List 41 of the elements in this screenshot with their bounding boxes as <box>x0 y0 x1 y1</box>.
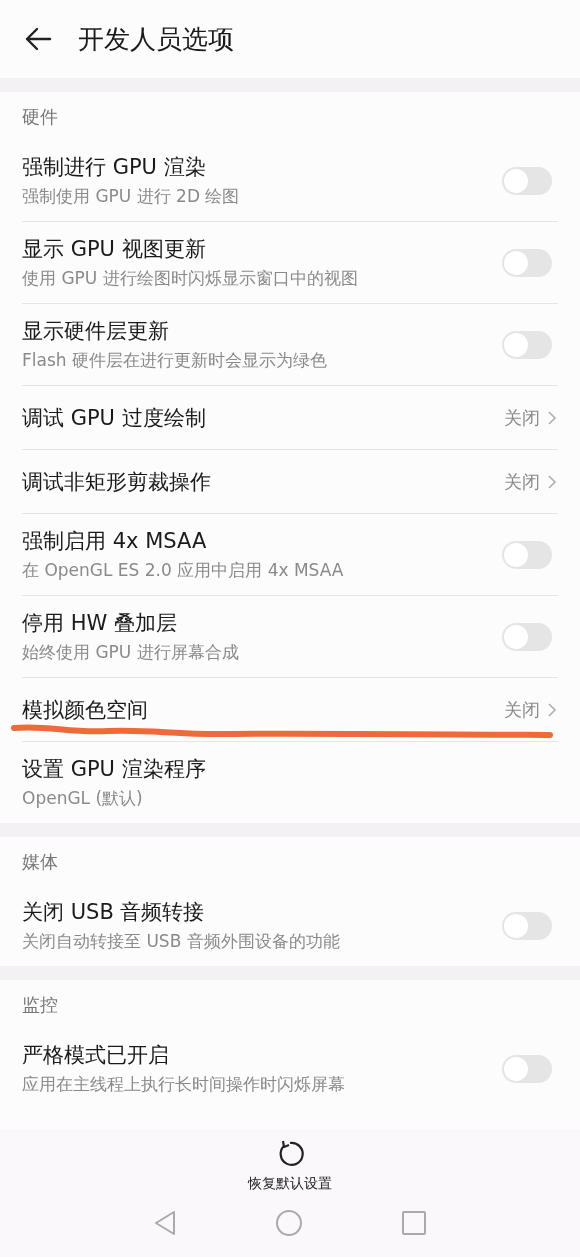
toggle-switch[interactable] <box>502 911 552 940</box>
setting-title: 强制启用 4x MSAA <box>22 528 208 555</box>
toggle-switch[interactable] <box>502 622 552 651</box>
setting-description: 强制使用 GPU 进行 2D 绘图 <box>22 185 241 208</box>
section-header: 媒体 <box>22 850 59 874</box>
recents-nav-icon[interactable] <box>401 1210 427 1236</box>
setting-value: 关闭 <box>504 697 540 722</box>
setting-description: OpenGL (默认) <box>22 787 144 810</box>
chevron-icon <box>548 410 556 425</box>
setting-description: 使用 GPU 进行绘图时闪烁显示窗口中的视图 <box>22 267 359 290</box>
setting-title: 显示硬件层更新 <box>22 318 170 345</box>
setting-description: 在 OpenGL ES 2.0 应用中启用 4x MSAA <box>22 559 345 582</box>
toggle-switch[interactable] <box>502 166 552 195</box>
page-title: 开发人员选项 <box>78 22 234 56</box>
setting-title: 强制进行 GPU 渲染 <box>22 154 207 181</box>
toggle-switch[interactable] <box>502 540 552 569</box>
toggle-switch[interactable] <box>502 248 552 277</box>
setting-title: 严格模式已开启 <box>22 1042 170 1069</box>
section-header: 监控 <box>22 993 59 1017</box>
setting-description: Flash 硬件层在进行更新时会显示为绿色 <box>22 349 328 372</box>
setting-title: 模拟颜色空间 <box>22 696 149 724</box>
back-nav-icon[interactable] <box>153 1210 177 1236</box>
home-nav-icon[interactable] <box>275 1209 303 1237</box>
chevron-icon <box>548 702 556 717</box>
toggle-switch[interactable] <box>502 330 552 359</box>
setting-value: 关闭 <box>504 469 540 494</box>
setting-description: 始终使用 GPU 进行屏幕合成 <box>22 641 240 664</box>
setting-title: 设置 GPU 渲染程序 <box>22 756 207 783</box>
setting-description: 应用在主线程上执行长时间操作时闪烁屏幕 <box>22 1073 346 1096</box>
back-icon[interactable] <box>24 27 52 51</box>
setting-value: 关闭 <box>504 405 540 430</box>
setting-title: 调试非矩形剪裁操作 <box>22 468 212 496</box>
section-header: 硬件 <box>22 105 59 129</box>
setting-description: 关闭自动转接至 USB 音频外围设备的功能 <box>22 930 341 953</box>
toggle-switch[interactable] <box>502 1054 552 1083</box>
setting-title: 关闭 USB 音频转接 <box>22 899 206 926</box>
setting-title: 调试 GPU 过度绘制 <box>22 404 207 432</box>
chevron-icon <box>548 474 556 489</box>
setting-title: 停用 HW 叠加层 <box>22 610 178 637</box>
setting-title: 显示 GPU 视图更新 <box>22 236 207 263</box>
restore-defaults-button[interactable]: 恢复默认设置 <box>242 1137 338 1195</box>
